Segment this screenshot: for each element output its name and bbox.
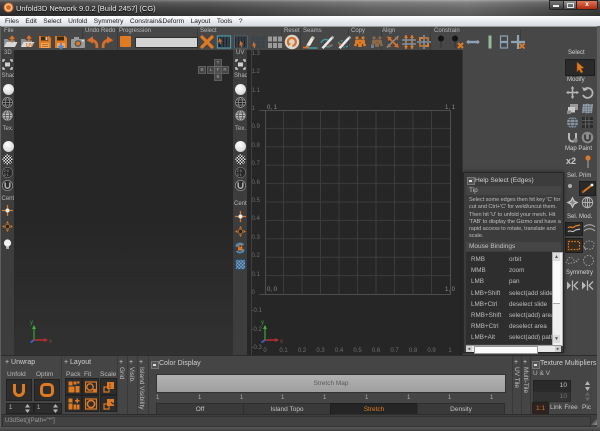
svg-text:x: x (49, 339, 52, 344)
svg-text:x: x (280, 339, 283, 344)
svg-text:y: y (30, 320, 33, 326)
svg-text:y: y (261, 320, 264, 326)
svg-text:1: 1 (108, 383, 111, 389)
svg-text:0 1: 0 1 (4, 173, 9, 177)
svg-text:UV: UV (26, 43, 34, 49)
svg-text:0 1: 0 1 (236, 173, 241, 177)
